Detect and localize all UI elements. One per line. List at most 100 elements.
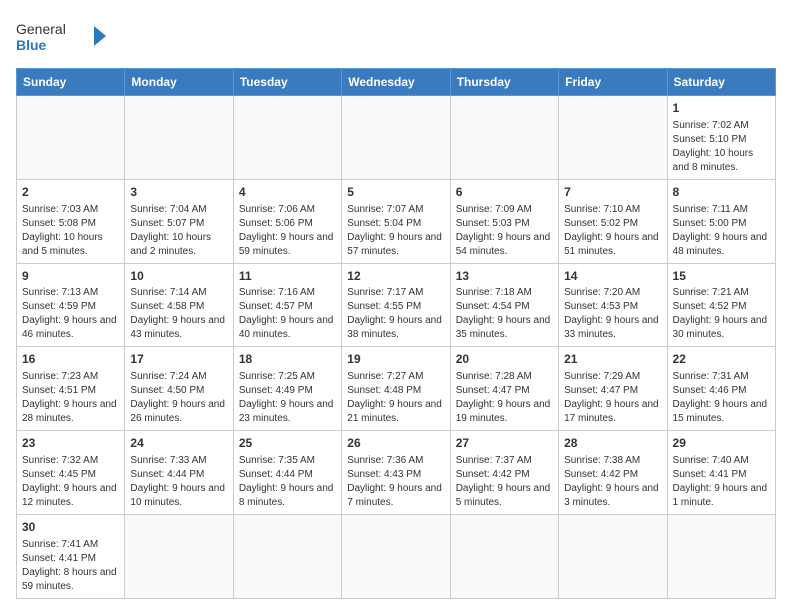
weekday-header-sunday: Sunday — [17, 69, 125, 96]
day-info: Sunrise: 7:38 AM Sunset: 4:42 PM Dayligh… — [564, 454, 661, 510]
day-info: Sunrise: 7:31 AM Sunset: 4:46 PM Dayligh… — [673, 370, 770, 426]
day-info: Sunrise: 7:14 AM Sunset: 4:58 PM Dayligh… — [130, 286, 227, 342]
day-number: 9 — [22, 268, 119, 285]
day-info: Sunrise: 7:27 AM Sunset: 4:48 PM Dayligh… — [347, 370, 444, 426]
day-number: 18 — [239, 351, 336, 368]
day-number: 16 — [22, 351, 119, 368]
calendar-cell — [450, 514, 558, 598]
day-number: 1 — [673, 100, 770, 117]
calendar-cell — [342, 514, 450, 598]
day-number: 3 — [130, 184, 227, 201]
calendar-cell — [125, 514, 233, 598]
day-info: Sunrise: 7:28 AM Sunset: 4:47 PM Dayligh… — [456, 370, 553, 426]
day-number: 8 — [673, 184, 770, 201]
day-number: 7 — [564, 184, 661, 201]
calendar-cell — [667, 514, 775, 598]
weekday-header-thursday: Thursday — [450, 69, 558, 96]
calendar-cell: 19Sunrise: 7:27 AM Sunset: 4:48 PM Dayli… — [342, 347, 450, 431]
day-number: 13 — [456, 268, 553, 285]
logo: General Blue — [16, 16, 106, 56]
weekday-header-tuesday: Tuesday — [233, 69, 341, 96]
day-info: Sunrise: 7:24 AM Sunset: 4:50 PM Dayligh… — [130, 370, 227, 426]
calendar-header: SundayMondayTuesdayWednesdayThursdayFrid… — [17, 69, 776, 96]
page-header: General Blue — [16, 16, 776, 56]
calendar-cell: 25 Sunrise: 7:35 AM Sunset: 4:44 PM Dayli… — [233, 431, 341, 515]
calendar-cell — [233, 96, 341, 180]
day-info: Sunrise: 7:02 AM Sunset: 5:10 PM Dayligh… — [673, 119, 770, 175]
calendar-body: 1 Sunrise: 7:02 AM Sunset: 5:10 PM Daylig… — [17, 96, 776, 599]
day-number: 28 — [564, 435, 661, 452]
day-info: Sunrise: 7:29 AM Sunset: 4:47 PM Dayligh… — [564, 370, 661, 426]
day-number: 21 — [564, 351, 661, 368]
calendar-cell — [342, 96, 450, 180]
calendar-cell — [559, 96, 667, 180]
day-info: Sunrise: 7:37 AM Sunset: 4:42 PM Dayligh… — [456, 454, 553, 510]
day-info: Sunrise: 7:36 AM Sunset: 4:43 PM Dayligh… — [347, 454, 444, 510]
day-number: 26 — [347, 435, 444, 452]
calendar-cell: 29 Sunrise: 7:40 AM Sunset: 4:41 PM Dayli… — [667, 431, 775, 515]
day-number: 15 — [673, 268, 770, 285]
day-info: Sunrise: 7:35 AM Sunset: 4:44 PM Dayligh… — [239, 454, 336, 510]
weekday-header-row: SundayMondayTuesdayWednesdayThursdayFrid… — [17, 69, 776, 96]
logo-svg: General Blue — [16, 16, 106, 56]
calendar-table: SundayMondayTuesdayWednesdayThursdayFrid… — [16, 68, 776, 599]
weekday-header-wednesday: Wednesday — [342, 69, 450, 96]
calendar-cell: 26 Sunrise: 7:36 AM Sunset: 4:43 PM Dayli… — [342, 431, 450, 515]
day-info: Sunrise: 7:20 AM Sunset: 4:53 PM Dayligh… — [564, 286, 661, 342]
day-info: Sunrise: 7:41 AM Sunset: 4:41 PM Dayligh… — [22, 538, 119, 594]
day-number: 27 — [456, 435, 553, 452]
calendar-cell: 18Sunrise: 7:25 AM Sunset: 4:49 PM Dayli… — [233, 347, 341, 431]
calendar-cell — [450, 96, 558, 180]
calendar-cell: 22 Sunrise: 7:31 AM Sunset: 4:46 PM Dayli… — [667, 347, 775, 431]
calendar-cell: 11Sunrise: 7:16 AM Sunset: 4:57 PM Dayli… — [233, 263, 341, 347]
calendar-cell: 8Sunrise: 7:11 AM Sunset: 5:00 PM Daylig… — [667, 179, 775, 263]
day-number: 14 — [564, 268, 661, 285]
day-number: 2 — [22, 184, 119, 201]
calendar-cell: 24 Sunrise: 7:33 AM Sunset: 4:44 PM Dayli… — [125, 431, 233, 515]
day-info: Sunrise: 7:17 AM Sunset: 4:55 PM Dayligh… — [347, 286, 444, 342]
calendar-cell: 3Sunrise: 7:04 AM Sunset: 5:07 PM Daylig… — [125, 179, 233, 263]
calendar-cell: 16Sunrise: 7:23 AM Sunset: 4:51 PM Dayli… — [17, 347, 125, 431]
calendar-cell: 4Sunrise: 7:06 AM Sunset: 5:06 PM Daylig… — [233, 179, 341, 263]
calendar-cell: 9Sunrise: 7:13 AM Sunset: 4:59 PM Daylig… — [17, 263, 125, 347]
day-number: 20 — [456, 351, 553, 368]
calendar-cell: 28 Sunrise: 7:38 AM Sunset: 4:42 PM Dayli… — [559, 431, 667, 515]
day-info: Sunrise: 7:40 AM Sunset: 4:41 PM Dayligh… — [673, 454, 770, 510]
calendar-cell: 23Sunrise: 7:32 AM Sunset: 4:45 PM Dayli… — [17, 431, 125, 515]
calendar-week-1: 1 Sunrise: 7:02 AM Sunset: 5:10 PM Daylig… — [17, 96, 776, 180]
day-number: 23 — [22, 435, 119, 452]
day-info: Sunrise: 7:33 AM Sunset: 4:44 PM Dayligh… — [130, 454, 227, 510]
calendar-cell — [17, 96, 125, 180]
weekday-header-friday: Friday — [559, 69, 667, 96]
calendar-cell — [125, 96, 233, 180]
day-number: 29 — [673, 435, 770, 452]
calendar-cell: 13Sunrise: 7:18 AM Sunset: 4:54 PM Dayli… — [450, 263, 558, 347]
day-number: 22 — [673, 351, 770, 368]
calendar-cell: 15Sunrise: 7:21 AM Sunset: 4:52 PM Dayli… — [667, 263, 775, 347]
day-info: Sunrise: 7:21 AM Sunset: 4:52 PM Dayligh… — [673, 286, 770, 342]
calendar-cell — [233, 514, 341, 598]
day-info: Sunrise: 7:18 AM Sunset: 4:54 PM Dayligh… — [456, 286, 553, 342]
calendar-cell: 27 Sunrise: 7:37 AM Sunset: 4:42 PM Dayli… — [450, 431, 558, 515]
day-number: 6 — [456, 184, 553, 201]
day-number: 25 — [239, 435, 336, 452]
calendar-cell: 6 Sunrise: 7:09 AM Sunset: 5:03 PM Daylig… — [450, 179, 558, 263]
day-info: Sunrise: 7:13 AM Sunset: 4:59 PM Dayligh… — [22, 286, 119, 342]
calendar-cell: 10Sunrise: 7:14 AM Sunset: 4:58 PM Dayli… — [125, 263, 233, 347]
calendar-week-4: 16Sunrise: 7:23 AM Sunset: 4:51 PM Dayli… — [17, 347, 776, 431]
weekday-header-saturday: Saturday — [667, 69, 775, 96]
svg-text:Blue: Blue — [16, 37, 47, 53]
svg-text:General: General — [16, 21, 66, 37]
day-number: 5 — [347, 184, 444, 201]
day-info: Sunrise: 7:09 AM Sunset: 5:03 PM Dayligh… — [456, 203, 553, 259]
calendar-cell: 12Sunrise: 7:17 AM Sunset: 4:55 PM Dayli… — [342, 263, 450, 347]
day-number: 11 — [239, 268, 336, 285]
weekday-header-monday: Monday — [125, 69, 233, 96]
day-info: Sunrise: 7:03 AM Sunset: 5:08 PM Dayligh… — [22, 203, 119, 259]
day-number: 24 — [130, 435, 227, 452]
day-info: Sunrise: 7:10 AM Sunset: 5:02 PM Dayligh… — [564, 203, 661, 259]
calendar-cell: 2 Sunrise: 7:03 AM Sunset: 5:08 PM Daylig… — [17, 179, 125, 263]
calendar-cell: 17Sunrise: 7:24 AM Sunset: 4:50 PM Dayli… — [125, 347, 233, 431]
calendar-week-6: 30Sunrise: 7:41 AM Sunset: 4:41 PM Dayli… — [17, 514, 776, 598]
calendar-cell: 5Sunrise: 7:07 AM Sunset: 5:04 PM Daylig… — [342, 179, 450, 263]
